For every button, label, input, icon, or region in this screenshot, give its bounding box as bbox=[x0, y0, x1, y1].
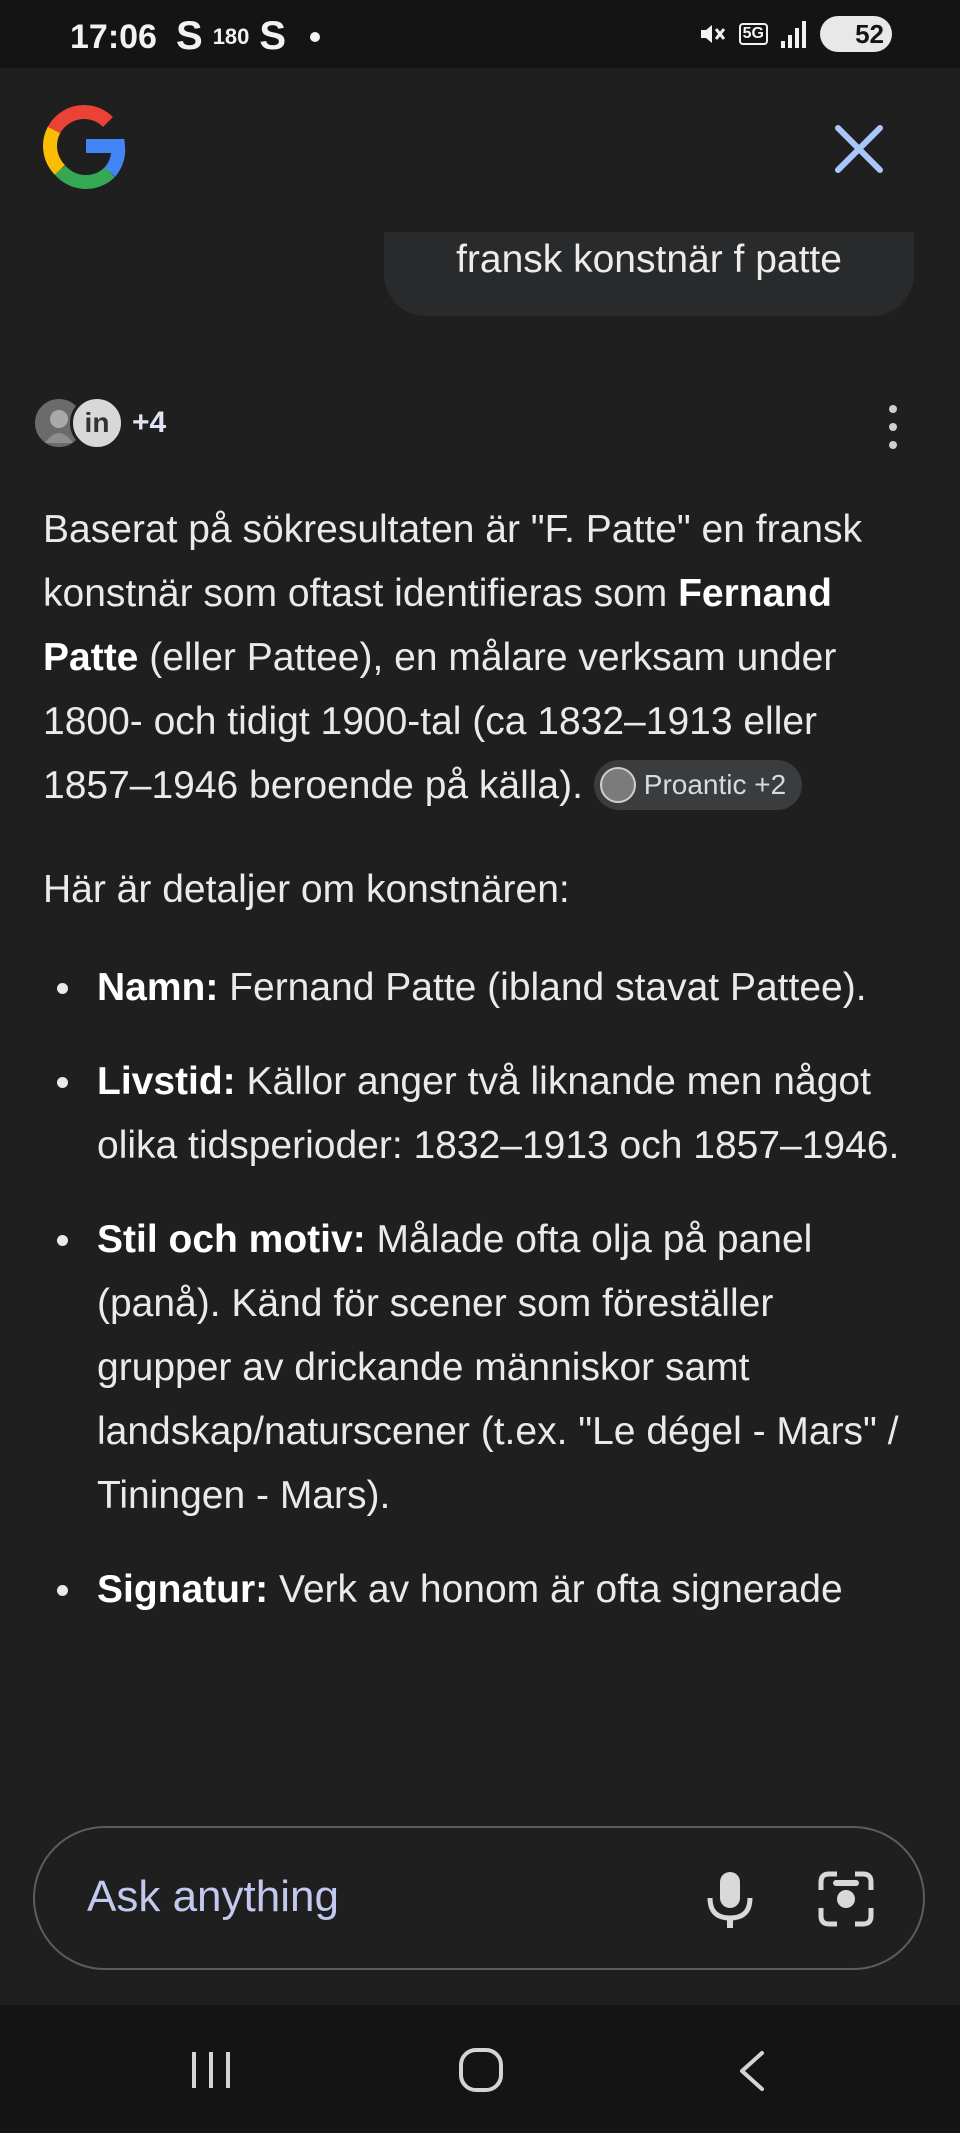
status-notification-icons: S 180 S bbox=[176, 14, 321, 59]
list-item: Livstid: Källor anger två liknande men n… bbox=[57, 1050, 905, 1178]
ask-input-placeholder[interactable]: Ask anything bbox=[87, 1872, 339, 1922]
close-icon[interactable] bbox=[828, 118, 890, 180]
citation-source-icon bbox=[599, 766, 636, 803]
network-type-icon: 5G bbox=[738, 23, 768, 45]
details-heading: Här är detaljer om konstnären: bbox=[43, 868, 570, 911]
user-query-text: fransk konstnär f patte bbox=[456, 238, 842, 281]
notification-app-icon: S bbox=[176, 14, 203, 58]
notification-badge-icon: 180 bbox=[212, 23, 250, 49]
list-item: Stil och motiv: Målade ofta olja på pane… bbox=[57, 1208, 905, 1528]
menu-dot bbox=[889, 423, 897, 431]
sources-row[interactable]: in +4 bbox=[32, 396, 166, 450]
list-item-label: Namn: bbox=[97, 966, 219, 1009]
source-avatar-linkedin[interactable]: in bbox=[70, 396, 124, 450]
citation-chip[interactable]: Proantic +2 bbox=[593, 759, 803, 810]
battery-level: 52 bbox=[855, 18, 884, 49]
google-g-icon bbox=[43, 105, 126, 189]
ask-input-bar[interactable]: Ask anything bbox=[33, 1826, 925, 1970]
citation-label: Proantic +2 bbox=[643, 768, 787, 800]
menu-dot bbox=[889, 441, 897, 449]
user-query-bubble: fransk konstnär f patte bbox=[384, 232, 914, 316]
list-item: Namn: Fernand Patte (ibland stavat Patte… bbox=[57, 956, 905, 1020]
battery-icon: 52 bbox=[820, 16, 892, 52]
menu-dot bbox=[889, 405, 897, 413]
answer-intro: Baserat på sökresultaten är "F. Patte" e… bbox=[43, 498, 905, 818]
mute-icon bbox=[700, 25, 725, 43]
list-item-text: Verk av honom är ofta signerade bbox=[268, 1568, 843, 1611]
system-nav-bar bbox=[0, 2005, 960, 2133]
signal-icon bbox=[781, 21, 806, 48]
linkedin-icon: in bbox=[84, 407, 110, 438]
more-options-icon[interactable] bbox=[880, 405, 906, 449]
google-lens-icon[interactable] bbox=[811, 1864, 881, 1934]
sources-more-count[interactable]: +4 bbox=[132, 406, 166, 440]
back-icon[interactable] bbox=[734, 2049, 770, 2093]
list-item-label: Signatur: bbox=[97, 1568, 269, 1611]
details-list: Namn: Fernand Patte (ibland stavat Patte… bbox=[43, 956, 905, 1622]
list-item-label: Livstid: bbox=[97, 1060, 236, 1103]
status-bar: 17:06 S 180 S 5G 52 bbox=[0, 0, 960, 68]
list-item-text: Fernand Patte (ibland stavat Pattee). bbox=[218, 966, 867, 1009]
microphone-icon[interactable] bbox=[695, 1864, 765, 1934]
list-item-label: Stil och motiv: bbox=[97, 1218, 366, 1261]
status-system-icons: 5G 52 bbox=[697, 16, 892, 52]
notification-app-icon: S bbox=[259, 14, 287, 58]
more-notifications-dot-icon bbox=[310, 31, 321, 42]
list-item-text: Målade ofta olja på panel (panå). Känd f… bbox=[97, 1218, 899, 1517]
list-item: Signatur: Verk av honom är ofta signerad… bbox=[57, 1558, 905, 1622]
ai-answer: Baserat på sökresultaten är "F. Patte" e… bbox=[43, 498, 905, 1788]
home-icon[interactable] bbox=[458, 2047, 504, 2093]
status-time: 17:06 bbox=[70, 18, 157, 56]
recent-apps-icon[interactable] bbox=[186, 2050, 236, 2090]
